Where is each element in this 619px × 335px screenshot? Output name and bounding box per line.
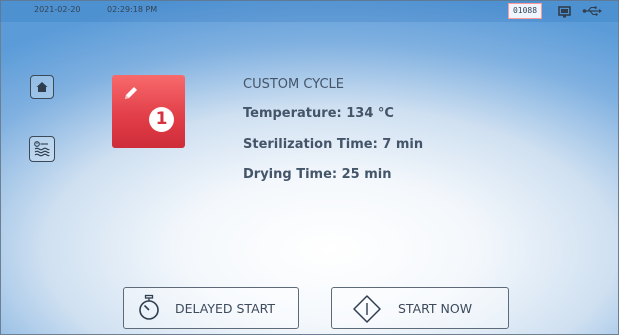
cycle-name: CUSTOM CYCLE xyxy=(243,77,344,92)
pencil-icon xyxy=(125,87,137,99)
home-button[interactable] xyxy=(30,75,54,99)
delayed-start-label: DELAYED START xyxy=(175,301,276,316)
start-now-label: START NOW xyxy=(398,301,473,316)
start-now-button[interactable]: START NOW xyxy=(331,287,509,329)
program-waves-icon xyxy=(34,141,50,157)
usb-icon xyxy=(582,6,602,16)
delayed-start-button[interactable]: DELAYED START xyxy=(123,287,299,329)
stopwatch-icon xyxy=(139,294,159,320)
program-button[interactable] xyxy=(29,136,55,162)
status-time: 02:29:18 PM xyxy=(107,5,158,14)
status-date: 2021-02-20 xyxy=(34,5,81,14)
drying-time-label: Drying Time: 25 min xyxy=(243,167,392,182)
cycle-counter: 01088 xyxy=(508,3,542,19)
start-diamond-icon xyxy=(353,295,381,323)
status-bar: 2021-02-20 02:29:18 PM 01088 xyxy=(0,0,619,22)
temperature-label: Temperature: 134 °C xyxy=(243,106,394,121)
cycle-number-badge: 1 xyxy=(149,107,174,132)
monitor-icon[interactable] xyxy=(558,6,571,18)
home-icon xyxy=(36,82,48,92)
cycle-tile[interactable]: 1 xyxy=(112,75,185,148)
sterilization-time-label: Sterilization Time: 7 min xyxy=(243,137,424,152)
